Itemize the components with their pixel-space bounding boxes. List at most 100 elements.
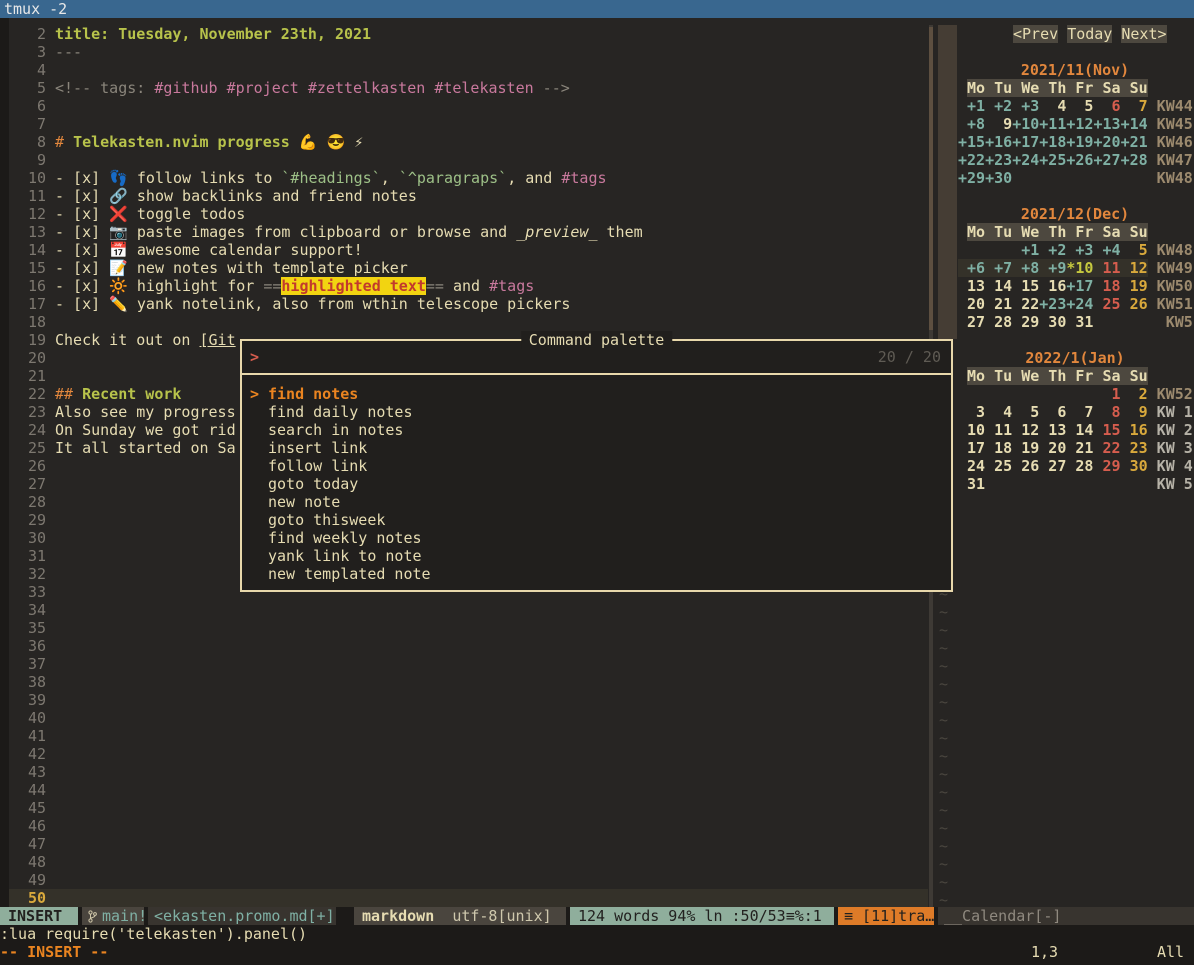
calendar-day-cell[interactable]: +2 <box>985 97 1012 115</box>
calendar-day-cell[interactable]: +28 <box>1121 151 1148 169</box>
calendar-day-cell[interactable]: 5 <box>1121 241 1148 259</box>
calendar-day-cell[interactable]: 12 <box>1012 421 1039 439</box>
calendar-day-cell[interactable]: +3 <box>1012 97 1039 115</box>
calendar-day-cell[interactable]: +12 <box>1066 115 1093 133</box>
scrollbar-thumb[interactable] <box>929 27 933 330</box>
calendar-day-cell[interactable]: 27 <box>958 313 985 331</box>
calendar-day-cell[interactable]: +23 <box>985 151 1012 169</box>
calendar-day-cell[interactable]: 24 <box>958 457 985 475</box>
calendar-day-cell[interactable]: 31 <box>1066 313 1093 331</box>
calendar-day-cell[interactable]: 29 <box>1093 457 1120 475</box>
calendar-day-cell[interactable]: 26 <box>1121 295 1148 313</box>
calendar-day-cell[interactable]: 20 <box>958 295 985 313</box>
calendar-day-cell[interactable]: +22 <box>958 151 985 169</box>
calendar-day-cell[interactable]: 21 <box>985 295 1012 313</box>
palette-item-find-weekly-notes[interactable]: find weekly notes <box>242 529 951 547</box>
calendar-day-cell[interactable]: 18 <box>1093 277 1120 295</box>
calendar-day-cell[interactable]: 31 <box>958 475 985 493</box>
calendar-day-cell[interactable]: +27 <box>1093 151 1120 169</box>
calendar-day-cell[interactable]: 11 <box>985 421 1012 439</box>
calendar-day-cell[interactable]: 5 <box>1066 97 1093 115</box>
calendar-day-cell[interactable]: 15 <box>1093 421 1120 439</box>
calendar-day-cell[interactable]: +20 <box>1093 133 1120 151</box>
calendar-day-cell[interactable]: 28 <box>985 313 1012 331</box>
calendar-day-cell[interactable]: 22 <box>1012 295 1039 313</box>
calendar-day-cell[interactable]: +24 <box>1012 151 1039 169</box>
palette-item-find-notes[interactable]: find notes <box>242 385 951 403</box>
calendar-day-cell[interactable]: +4 <box>1093 241 1120 259</box>
calendar-day-cell[interactable]: 13 <box>958 277 985 295</box>
calendar-day-cell[interactable]: 3 <box>958 403 985 421</box>
calendar-day-cell[interactable]: +16 <box>985 133 1012 151</box>
calendar-day-cell[interactable]: 29 <box>1012 313 1039 331</box>
calendar-day-cell[interactable]: +1 <box>958 97 985 115</box>
calendar-day-cell[interactable]: 7 <box>1121 97 1148 115</box>
calendar-day-cell[interactable]: +29 <box>958 169 985 187</box>
calendar-day-cell[interactable]: 16 <box>1039 277 1066 295</box>
calendar-day-cell[interactable]: 6 <box>1093 97 1120 115</box>
palette-item-search-in-notes[interactable]: search in notes <box>242 421 951 439</box>
calendar-day-cell[interactable]: 28 <box>1066 457 1093 475</box>
today-button[interactable]: Today <box>1067 25 1112 43</box>
calendar-day-cell[interactable]: +8 <box>1012 259 1039 277</box>
calendar-day-cell[interactable]: 15 <box>1012 277 1039 295</box>
palette-item-goto-thisweek[interactable]: goto thisweek <box>242 511 951 529</box>
calendar-day-cell[interactable]: +13 <box>1093 115 1120 133</box>
calendar-day-cell[interactable]: +9 <box>1039 259 1066 277</box>
calendar-day-cell[interactable]: 1 <box>1093 385 1120 403</box>
calendar-day-cell[interactable]: +6 <box>958 259 985 277</box>
calendar-day-cell[interactable]: +26 <box>1066 151 1093 169</box>
calendar-day-cell[interactable]: 19 <box>1012 439 1039 457</box>
calendar-day-cell[interactable]: 19 <box>1121 277 1148 295</box>
calendar-day-cell[interactable]: +17 <box>1012 133 1039 151</box>
palette-item-new-note[interactable]: new note <box>242 493 951 511</box>
calendar-day-cell[interactable]: 18 <box>985 439 1012 457</box>
calendar-day-cell[interactable]: +8 <box>958 115 985 133</box>
command-line-row[interactable]: :lua require('telekasten').panel() <box>0 925 1194 943</box>
calendar-day-cell[interactable]: 23 <box>1121 439 1148 457</box>
calendar-day-cell[interactable]: +23 <box>1039 295 1066 313</box>
calendar-day-cell[interactable]: 21 <box>1066 439 1093 457</box>
calendar-day-cell[interactable]: 9 <box>985 115 1012 133</box>
calendar-day-cell[interactable]: 12 <box>1121 259 1148 277</box>
calendar-day-cell[interactable]: 13 <box>1039 421 1066 439</box>
calendar-day-cell[interactable]: 4 <box>1039 97 1066 115</box>
calendar-day-cell[interactable]: 14 <box>985 277 1012 295</box>
calendar-day-cell[interactable]: 25 <box>985 457 1012 475</box>
palette-item-follow-link[interactable]: follow link <box>242 457 951 475</box>
palette-item-yank-link-to-note[interactable]: yank link to note <box>242 547 951 565</box>
palette-item-new-templated-note[interactable]: new templated note <box>242 565 951 583</box>
calendar-day-cell[interactable]: +21 <box>1121 133 1148 151</box>
calendar-day-cell[interactable]: 25 <box>1093 295 1120 313</box>
calendar-day-cell[interactable]: +30 <box>985 169 1012 187</box>
calendar-day-cell[interactable]: +3 <box>1066 241 1093 259</box>
calendar-day-cell[interactable]: +17 <box>1066 277 1093 295</box>
calendar-day-cell[interactable]: +14 <box>1121 115 1148 133</box>
calendar-day-cell[interactable]: 26 <box>1012 457 1039 475</box>
calendar-day-cell[interactable]: 16 <box>1121 421 1148 439</box>
calendar-day-cell[interactable]: +24 <box>1066 295 1093 313</box>
palette-search-input[interactable] <box>266 348 861 366</box>
calendar-day-cell[interactable]: 6 <box>1039 403 1066 421</box>
calendar-day-cell[interactable]: +19 <box>1066 133 1093 151</box>
calendar-day-cell[interactable]: 20 <box>1039 439 1066 457</box>
prev-month-button[interactable]: <Prev <box>1013 25 1058 43</box>
palette-item-goto-today[interactable]: goto today <box>242 475 951 493</box>
calendar-day-cell[interactable]: 14 <box>1066 421 1093 439</box>
calendar-day-cell[interactable]: 30 <box>1121 457 1148 475</box>
calendar-day-cell[interactable]: 22 <box>1093 439 1120 457</box>
calendar-day-cell[interactable]: *10 <box>1066 259 1093 277</box>
calendar-day-cell[interactable]: 7 <box>1066 403 1093 421</box>
calendar-day-cell[interactable]: +10 <box>1012 115 1039 133</box>
calendar-day-cell[interactable]: +25 <box>1039 151 1066 169</box>
calendar-day-cell[interactable]: +2 <box>1039 241 1066 259</box>
calendar-day-cell[interactable]: 9 <box>1121 403 1148 421</box>
calendar-day-cell[interactable]: 30 <box>1039 313 1066 331</box>
calendar-day-cell[interactable]: +15 <box>958 133 985 151</box>
calendar-day-cell[interactable]: 11 <box>1093 259 1120 277</box>
calendar-day-cell[interactable]: 17 <box>958 439 985 457</box>
calendar-day-cell[interactable]: +1 <box>1012 241 1039 259</box>
calendar-day-cell[interactable]: +7 <box>985 259 1012 277</box>
next-month-button[interactable]: Next> <box>1121 25 1166 43</box>
calendar-day-cell[interactable]: 27 <box>1039 457 1066 475</box>
